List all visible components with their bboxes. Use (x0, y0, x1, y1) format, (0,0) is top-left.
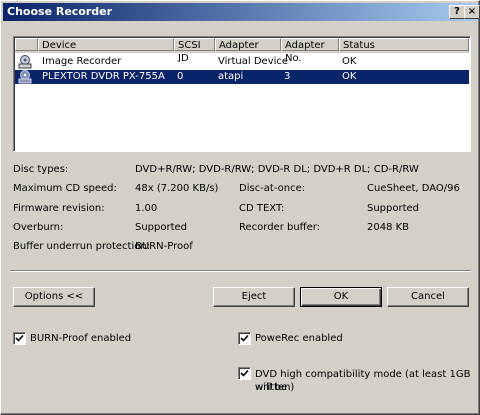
max-speed-label: Maximum CD speed: (13, 183, 117, 194)
header-scsi-id[interactable]: SCSI ID (174, 38, 215, 64)
header-status[interactable]: Status (339, 38, 469, 51)
max-speed-value: 48x (7.200 KB/s) (135, 183, 219, 194)
choose-recorder-dialog: Choose Recorder ? × Device SCSI ID Adapt… (0, 0, 480, 415)
checkmark-icon (15, 334, 24, 342)
list-header: Device SCSI ID Adapter Adapter No. Statu… (15, 38, 469, 64)
powerec-label[interactable]: PoweRec enabled (255, 332, 343, 345)
firmware-value: 1.00 (135, 203, 158, 214)
powerec-checkbox[interactable] (238, 332, 251, 345)
options-button[interactable]: Options << (13, 287, 95, 307)
close-button[interactable]: × (464, 5, 480, 19)
adapter-no: 3 (284, 71, 291, 82)
disc-at-once-label: Disc-at-once: (239, 183, 306, 194)
overburn-value: Supported (135, 222, 188, 233)
burnproof-checkbox[interactable] (13, 332, 26, 345)
adapter: atapi (218, 71, 244, 82)
burnproof-label[interactable]: BURN-Proof enabled (30, 332, 131, 345)
disc-types-value: DVD+R/RW; DVD-R/RW; DVD-R DL; DVD+R DL; … (135, 164, 419, 175)
device-name: Image Recorder (42, 56, 122, 67)
scsi-id: 0 (177, 71, 184, 82)
header-device[interactable]: Device (38, 38, 174, 51)
dvd-compat-label-line2[interactable]: written) (255, 381, 294, 394)
header-icon-column[interactable] (15, 38, 38, 51)
ok-button[interactable]: OK (300, 287, 382, 307)
eject-button[interactable]: Eject (213, 287, 295, 307)
recorder-buffer-value: 2048 KB (367, 222, 410, 233)
adapter-no: - (284, 56, 288, 67)
underrun-value: BURN-Proof (135, 241, 193, 252)
dvd-compat-checkbox[interactable] (238, 367, 251, 380)
header-adapter[interactable]: Adapter (215, 38, 281, 51)
scsi-id: - (177, 56, 181, 67)
cancel-button[interactable]: Cancel (387, 287, 469, 307)
dvd-drive-icon (18, 70, 32, 84)
status: OK (342, 56, 357, 67)
adapter: Virtual Device (218, 56, 289, 67)
header-adapter-no[interactable]: Adapter No. (281, 38, 339, 64)
list-row-plextor[interactable]: PLEXTOR DVDR PX-755A 0 atapi 3 OK (15, 70, 469, 84)
overburn-label: Overburn: (13, 222, 64, 233)
underrun-label: Buffer underrun protection: (13, 241, 151, 252)
help-button[interactable]: ? (449, 5, 465, 19)
status: OK (342, 71, 357, 82)
recorder-buffer-label: Recorder buffer: (239, 222, 321, 233)
disc-types-label: Disc types: (13, 164, 69, 175)
device-name: PLEXTOR DVDR PX-755A (42, 71, 165, 82)
disc-at-once-value: CueSheet, DAO/96 (367, 183, 460, 194)
cd-text-value: Supported (367, 203, 420, 214)
cd-text-label: CD TEXT: (239, 203, 285, 214)
window-title: Choose Recorder (7, 5, 113, 18)
recorder-list[interactable]: Device SCSI ID Adapter Adapter No. Statu… (13, 36, 471, 152)
title-bar: Choose Recorder ? × (3, 3, 480, 21)
image-recorder-icon (18, 55, 32, 69)
checkmark-icon (240, 369, 249, 377)
list-row-image-recorder[interactable]: Image Recorder - Virtual Device - OK (15, 55, 469, 69)
separator (10, 270, 471, 272)
firmware-label: Firmware revision: (13, 203, 105, 214)
checkmark-icon (240, 334, 249, 342)
